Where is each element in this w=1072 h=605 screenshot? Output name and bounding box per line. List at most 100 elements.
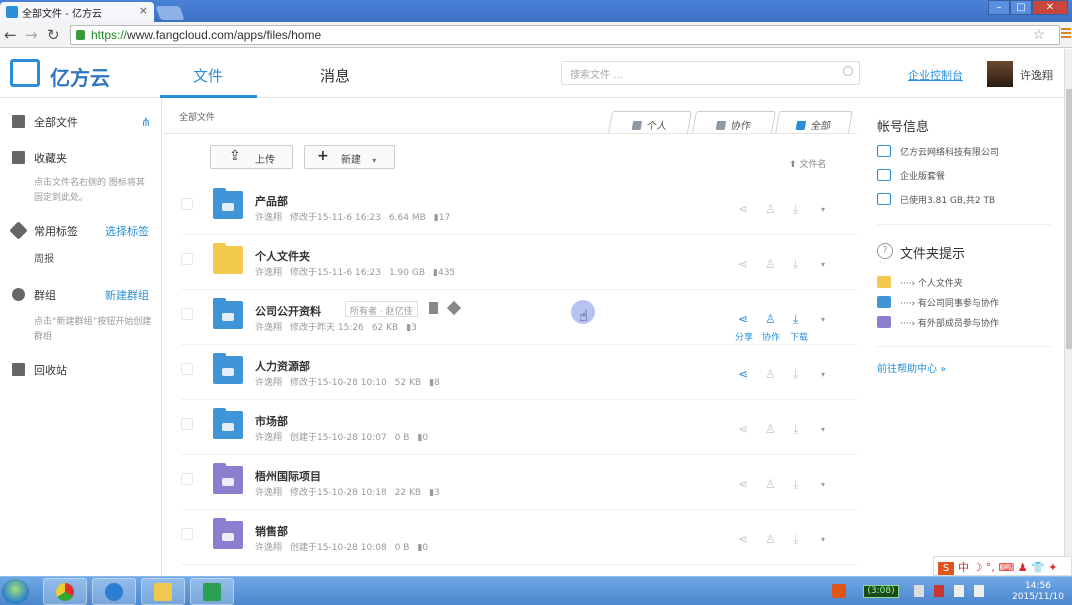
sidebar-item-groups[interactable]: 群组 [12, 287, 56, 303]
collaborate-icon[interactable]: ♙ [765, 202, 776, 216]
sidebar-item-trash[interactable]: 回收站 [12, 362, 67, 378]
file-row[interactable]: 销售部 许逸翔 创建于15-10-28 10:08 0 B ▮ 0 ⋖ ♙ ⤓ ▾ [181, 510, 857, 565]
tag-icon[interactable] [446, 300, 462, 316]
collab-label[interactable]: 协作 [762, 330, 780, 343]
sidebar-item-tags[interactable]: 常用标签 [9, 221, 78, 240]
new-tab-button[interactable] [155, 6, 185, 20]
download-icon[interactable]: ⤓ [793, 477, 798, 492]
download-label[interactable]: 下载 [790, 330, 808, 343]
row-checkbox[interactable] [181, 198, 193, 210]
new-group-link[interactable]: 新建群组 [105, 287, 149, 303]
start-button[interactable] [2, 579, 29, 604]
system-clock[interactable]: 14:56 2015/11/10 [1008, 581, 1068, 603]
file-row[interactable]: 公司公开资料 所有者 · 赵亿佳 许逸翔 修改于昨天 15:26 62 KB ▮ 3 ⋖ ♙ ⤓… [181, 290, 857, 345]
share-icon[interactable]: ⋖ [738, 202, 748, 216]
file-row[interactable]: 市场部 许逸翔 创建于15-10-28 10:07 0 B ▮ 0 ⋖ ♙ ⤓ ▾ [181, 400, 857, 455]
download-icon[interactable]: ⤓ [793, 422, 798, 437]
scrollbar-thumb[interactable] [1066, 89, 1072, 349]
sidebar-item-all-files[interactable]: 全部文件 [12, 114, 78, 130]
chevron-down-icon[interactable]: ▾ [821, 480, 825, 489]
taskbar-app-s[interactable] [92, 578, 136, 605]
network-icon[interactable] [934, 585, 944, 597]
chevron-down-icon[interactable]: ▾ [821, 260, 825, 269]
select-tags-link[interactable]: 选择标签 [105, 223, 149, 239]
share-icon[interactable]: ⋖ [738, 257, 748, 271]
share-icon[interactable]: ⋖ [738, 312, 748, 326]
flag-icon[interactable] [914, 585, 924, 597]
row-checkbox[interactable] [181, 308, 193, 320]
download-icon[interactable]: ⤓ [793, 257, 798, 272]
address-bar[interactable]: https://www.fangcloud.com/apps/files/hom… [70, 25, 1060, 45]
file-name[interactable]: 个人文件夹 [255, 248, 310, 264]
collaborate-icon[interactable]: ♙ [765, 367, 776, 381]
battery-indicator[interactable]: (3:08) [863, 585, 899, 598]
share-icon[interactable]: ⋖ [738, 367, 748, 381]
share-icon[interactable]: ⋖ [738, 532, 748, 546]
reload-icon[interactable]: ↻ [47, 26, 60, 44]
close-window-button[interactable]: ✕ [1032, 0, 1068, 15]
close-tab-icon[interactable]: × [139, 4, 148, 17]
new-button[interactable]: + 新建 ▾ [304, 145, 395, 169]
tab-all[interactable]: 全部 [775, 111, 853, 133]
power-icon[interactable] [954, 585, 964, 597]
row-checkbox[interactable] [181, 473, 193, 485]
file-name[interactable]: 市场部 [255, 413, 288, 429]
ime-toolbar[interactable]: S 中 ☽ °, ⌨ ♟ 👕 ✦ [933, 556, 1072, 576]
row-checkbox[interactable] [181, 253, 193, 265]
file-name[interactable]: 人力资源部 [255, 358, 310, 374]
file-row[interactable]: 个人文件夹 许逸翔 修改于15-11-6 16:23 1.90 GB ▮ 435 ⋖ ♙ ⤓ ▾ [181, 235, 857, 290]
browser-tab[interactable]: 全部文件 - 亿方云 × [0, 2, 154, 22]
volume-icon[interactable] [974, 585, 984, 597]
collaborate-icon[interactable]: ♙ [765, 477, 776, 491]
taskbar-chrome[interactable] [43, 578, 87, 605]
file-name[interactable]: 销售部 [255, 523, 288, 539]
tab-personal[interactable]: 个人 [608, 111, 692, 133]
help-center-link[interactable]: 前往帮助中心 » [877, 360, 946, 375]
file-row[interactable]: 产品部 许逸翔 修改于15-11-6 16:23 6.64 MB ▮ 17 ⋖ ♙ ⤓ ▾ [181, 180, 857, 235]
row-checkbox[interactable] [181, 528, 193, 540]
file-name[interactable]: 产品部 [255, 193, 288, 209]
page-scrollbar[interactable] [1064, 49, 1072, 576]
share-icon[interactable]: ⋖ [738, 422, 748, 436]
download-icon[interactable]: ⤓ [793, 312, 798, 327]
breadcrumb[interactable]: 全部文件 [179, 110, 215, 123]
search-input[interactable]: 搜索文件 ... [561, 61, 860, 85]
bookmark-star-icon[interactable]: ☆ [1032, 26, 1045, 43]
search-icon[interactable] [843, 66, 853, 76]
row-checkbox[interactable] [181, 418, 193, 430]
sidebar-item-favorites[interactable]: 收藏夹 [12, 150, 67, 166]
minimize-button[interactable]: – [988, 0, 1010, 15]
taskbar-app-green[interactable] [190, 578, 234, 605]
tree-view-icon[interactable]: ⋔ [141, 115, 151, 129]
admin-console-link[interactable]: 企业控制台 [908, 67, 963, 83]
avatar[interactable] [987, 61, 1013, 87]
file-name[interactable]: 梧州国际项目 [255, 468, 321, 484]
back-arrow-icon[interactable]: ← [4, 26, 17, 44]
nav-tab-messages[interactable]: 消息 [320, 65, 350, 86]
bookmark-icon[interactable] [429, 302, 438, 314]
chevron-down-icon[interactable]: ▾ [821, 370, 825, 379]
row-checkbox[interactable] [181, 363, 193, 375]
chevron-down-icon[interactable]: ▾ [821, 315, 825, 324]
chevron-down-icon[interactable]: ▾ [821, 205, 825, 214]
collaborate-icon[interactable]: ♙ [765, 257, 776, 271]
sogou-tray-icon[interactable] [832, 584, 846, 598]
collaborate-icon[interactable]: ♙ [765, 312, 776, 326]
username[interactable]: 许逸翔 [1020, 67, 1053, 83]
maximize-button[interactable]: □ [1010, 0, 1032, 15]
nav-tab-files[interactable]: 文件 [193, 65, 223, 86]
download-icon[interactable]: ⤓ [793, 532, 798, 547]
sort-header[interactable]: ⬆ 文件名 [789, 157, 826, 170]
collaborate-icon[interactable]: ♙ [765, 532, 776, 546]
browser-menu-icon[interactable] [1061, 28, 1071, 30]
file-row[interactable]: 梧州国际项目 许逸翔 修改于15-10-28 10:18 22 KB ▮ 3 ⋖ ♙ ⤓ ▾ [181, 455, 857, 510]
file-name[interactable]: 公司公开资料 [255, 303, 321, 319]
forward-arrow-icon[interactable]: → [25, 26, 38, 44]
share-label[interactable]: 分享 [735, 330, 753, 343]
download-icon[interactable]: ⤓ [793, 367, 798, 382]
collaborate-icon[interactable]: ♙ [765, 422, 776, 436]
chevron-down-icon[interactable]: ▾ [821, 425, 825, 434]
share-icon[interactable]: ⋖ [738, 477, 748, 491]
tag-item-weekly[interactable]: 周报 [34, 252, 152, 267]
chevron-down-icon[interactable]: ▾ [821, 535, 825, 544]
